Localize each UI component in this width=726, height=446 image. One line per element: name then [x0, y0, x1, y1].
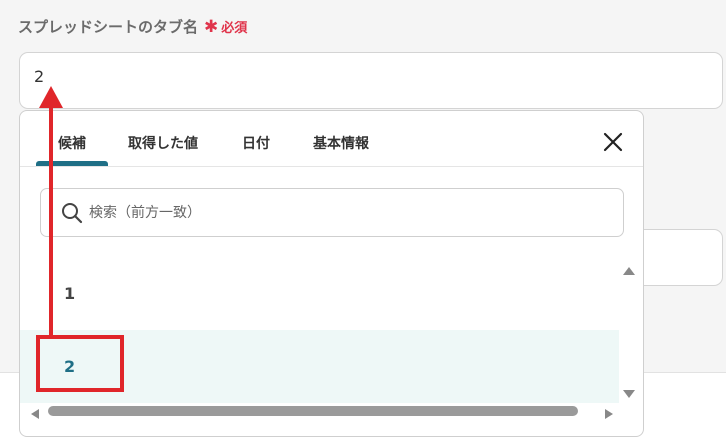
tab-candidates[interactable]: 候補 — [58, 133, 86, 153]
required-text: 必須 — [221, 21, 248, 36]
sheet-tab-name-input[interactable]: 2 — [19, 52, 723, 109]
horizontal-scrollbar-thumb[interactable] — [48, 406, 578, 416]
popup-tabs: 候補 取得した値 日付 基本情報 — [20, 111, 643, 167]
scroll-right-arrow-icon[interactable] — [604, 405, 614, 419]
list-item-label: 1 — [64, 284, 76, 303]
tab-date[interactable]: 日付 — [242, 133, 270, 153]
search-input[interactable] — [89, 199, 609, 227]
sheet-tab-name-value: 2 — [34, 67, 45, 86]
field-label: スプレッドシートのタブ名 ✱ 必須 — [18, 16, 247, 37]
list-item-label: 2 — [64, 357, 76, 376]
required-star-icon: ✱ — [204, 16, 219, 37]
search-icon — [61, 202, 83, 224]
list-item-selected[interactable]: 2 — [20, 330, 619, 403]
close-icon[interactable] — [600, 129, 626, 155]
list-item[interactable]: 1 — [20, 257, 619, 330]
tab-acquired-values[interactable]: 取得した値 — [128, 133, 198, 153]
scroll-down-arrow-icon[interactable] — [622, 385, 636, 398]
suggestion-popup: 候補 取得した値 日付 基本情報 1 2 — [19, 110, 644, 437]
search-box[interactable] — [40, 188, 624, 237]
scroll-left-arrow-icon[interactable] — [30, 405, 40, 419]
candidate-list: 1 2 — [20, 253, 619, 408]
scroll-up-arrow-icon[interactable] — [622, 262, 636, 275]
field-label-text: スプレッドシートのタブ名 — [18, 18, 199, 36]
tab-basic-info[interactable]: 基本情報 — [313, 133, 369, 153]
active-tab-indicator — [36, 161, 108, 166]
